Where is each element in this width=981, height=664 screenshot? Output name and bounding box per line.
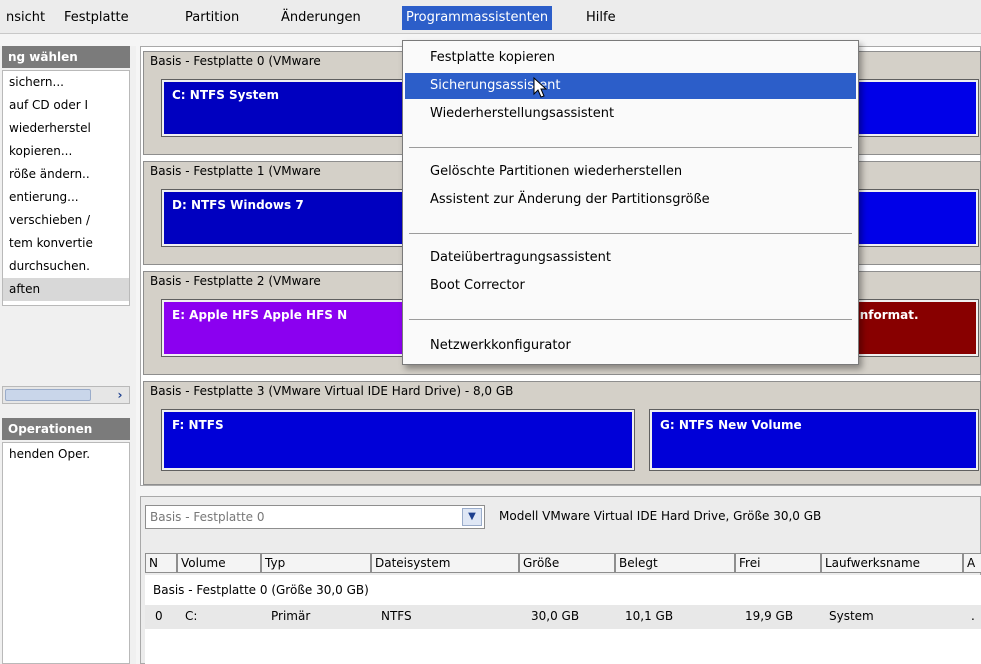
menubar: nsicht Festplatte Partition Änderungen P… [0, 0, 981, 34]
menu-item-partitionsgroesse-assistent[interactable]: Assistent zur Änderung der Partitionsgrö… [405, 187, 856, 213]
menu-item-netzwerkkonfigurator[interactable]: Netzwerkkonfigurator [405, 333, 856, 359]
scroll-right-arrow-icon[interactable]: › [111, 387, 129, 403]
disk-select-value: Basis - Festplatte 0 [150, 510, 265, 524]
sidebar-horizontal-scrollbar[interactable]: › [2, 386, 130, 404]
cell-n: 0 [155, 609, 163, 623]
partition-table: Basis - Festplatte 0 (Größe 30,0 GB) 0 C… [145, 575, 981, 664]
cell-typ: Primär [271, 609, 311, 623]
menu-aenderungen[interactable]: Änderungen [277, 6, 365, 30]
app-window: nsicht Festplatte Partition Änderungen P… [0, 0, 981, 664]
disk-label: Basis - Festplatte 2 (VMware [150, 274, 321, 288]
column-header-n[interactable]: N [145, 553, 177, 573]
menu-separator [409, 319, 852, 320]
sidebar-operations-title: Operationen [2, 418, 130, 440]
menu-separator [409, 233, 852, 234]
sidebar-link-list: sichern... auf CD oder I wiederherstel k… [2, 70, 130, 306]
pending-operations-text: henden Oper. [9, 447, 91, 461]
disk-details-panel: Basis - Festplatte 0 ▼ Modell VMware Vir… [140, 496, 981, 664]
cell-volume: C: [185, 609, 198, 623]
cell-a: . [971, 609, 975, 623]
menu-programmassistenten[interactable]: Programmassistenten [402, 6, 553, 30]
table-header: N Volume Typ Dateisystem Größe Belegt Fr… [145, 553, 981, 573]
cell-dateisystem: NTFS [381, 609, 412, 623]
partition-unformatted[interactable]: Unformat. [839, 299, 979, 357]
column-header-frei[interactable]: Frei [735, 553, 821, 573]
programmassistenten-dropdown: Festplatte kopieren Sicherungsassistent … [402, 40, 859, 365]
chevron-down-icon[interactable]: ▼ [462, 508, 482, 526]
cell-belegt: 10,1 GB [625, 609, 674, 623]
disk-model-info: Modell VMware Virtual IDE Hard Drive, Gr… [499, 509, 822, 523]
menu-separator [409, 147, 852, 148]
menu-hilfe[interactable]: Hilfe [582, 6, 620, 30]
partition-f[interactable]: F: NTFS [161, 409, 635, 471]
scrollbar-thumb[interactable] [5, 389, 91, 401]
sidebar-link[interactable]: tem konvertie [3, 232, 129, 255]
column-header-volume[interactable]: Volume [177, 553, 261, 573]
menu-item-festplatte-kopieren[interactable]: Festplatte kopieren [405, 45, 856, 71]
column-header-belegt[interactable]: Belegt [615, 553, 735, 573]
menu-item-sicherungsassistent[interactable]: Sicherungsassistent [405, 73, 856, 99]
column-header-groesse[interactable]: Größe [519, 553, 615, 573]
sidebar-link[interactable]: entierung... [3, 186, 129, 209]
sidebar-link[interactable]: verschieben / [3, 209, 129, 232]
disk-label: Basis - Festplatte 3 (VMware Virtual IDE… [150, 384, 514, 398]
table-row[interactable]: 0 C: Primär NTFS 30,0 GB 10,1 GB 19,9 GB… [145, 605, 981, 629]
menu-partition[interactable]: Partition [181, 6, 243, 30]
cell-laufwerksname: System [829, 609, 874, 623]
sidebar-link[interactable]: auf CD oder I [3, 94, 129, 117]
sidebar: ng wählen sichern... auf CD oder I wiede… [0, 46, 136, 664]
disk-panel-3[interactable]: Basis - Festplatte 3 (VMware Virtual IDE… [143, 381, 981, 485]
menu-item-geloeschte-partitionen[interactable]: Gelöschte Partitionen wiederherstellen [405, 159, 856, 185]
column-header-typ[interactable]: Typ [261, 553, 371, 573]
menu-item-boot-corrector[interactable]: Boot Corrector [405, 273, 856, 299]
table-group-label: Basis - Festplatte 0 (Größe 30,0 GB) [153, 583, 369, 597]
menu-ansicht[interactable]: nsicht [2, 6, 49, 30]
column-header-laufwerksname[interactable]: Laufwerksname [821, 553, 963, 573]
sidebar-link[interactable]: sichern... [3, 71, 129, 94]
sidebar-link[interactable]: kopieren... [3, 140, 129, 163]
sidebar-link[interactable]: durchsuchen. [3, 255, 129, 278]
column-header-dateisystem[interactable]: Dateisystem [371, 553, 519, 573]
sidebar-pending-box: henden Oper. [2, 442, 130, 664]
cell-frei: 19,9 GB [745, 609, 794, 623]
column-header-a[interactable]: A [963, 553, 981, 573]
menu-festplatte[interactable]: Festplatte [60, 6, 133, 30]
cell-groesse: 30,0 GB [531, 609, 580, 623]
menu-item-wiederherstellungsassistent[interactable]: Wiederherstellungsassistent [405, 101, 856, 127]
disk-select[interactable]: Basis - Festplatte 0 ▼ [145, 505, 485, 529]
disk-label: Basis - Festplatte 1 (VMware [150, 164, 321, 178]
disk-label: Basis - Festplatte 0 (VMware [150, 54, 321, 68]
partition-g[interactable]: G: NTFS New Volume [649, 409, 979, 471]
sidebar-link-selected[interactable]: aften [3, 278, 129, 301]
sidebar-section-title: ng wählen [2, 46, 130, 68]
sidebar-link[interactable]: röße ändern.. [3, 163, 129, 186]
mouse-cursor-icon [533, 77, 548, 98]
sidebar-link[interactable]: wiederherstel [3, 117, 129, 140]
menu-item-dateiuebertragungsassistent[interactable]: Dateiübertragungsassistent [405, 245, 856, 271]
